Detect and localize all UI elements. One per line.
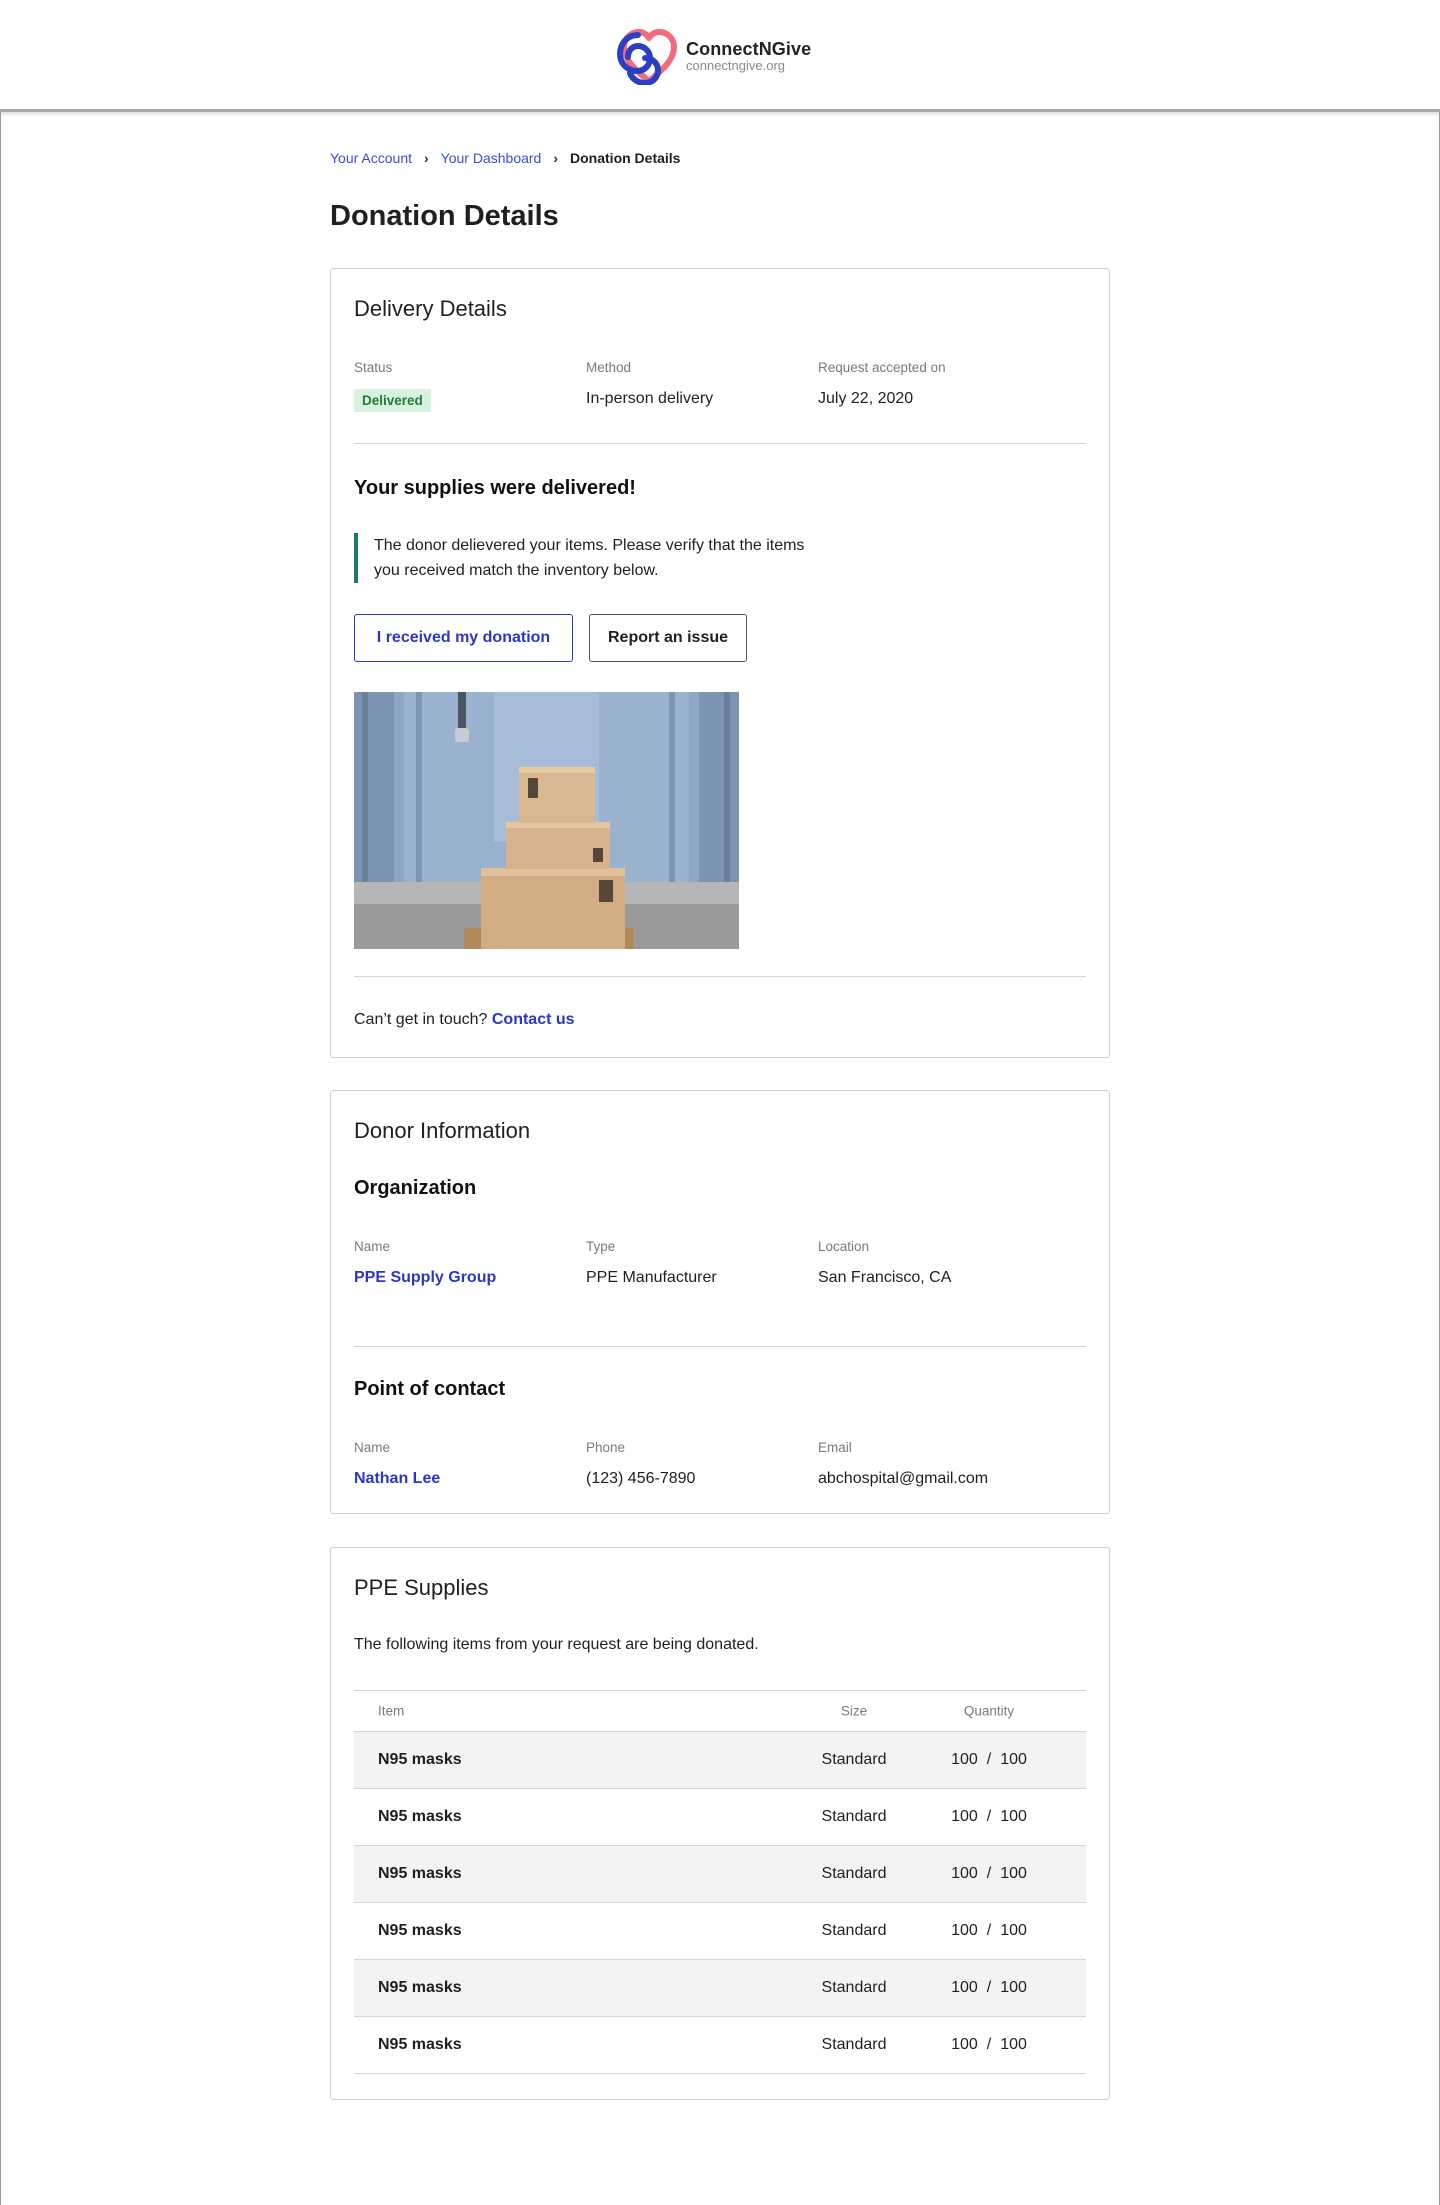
quantity-received: 100	[951, 1808, 978, 1825]
item-quantity: 100/100	[951, 2036, 1027, 2053]
status-label: Status	[354, 360, 393, 375]
breadcrumb-chevron-icon: ›	[553, 150, 559, 166]
quantity-requested: 100	[1000, 1865, 1027, 1882]
quantity-requested: 100	[1000, 1808, 1027, 1825]
quantity-received: 100	[951, 2036, 978, 2053]
table-row: N95 masks Standard 100/100	[354, 1960, 1086, 2017]
brand-logo[interactable]: ConnectNGive connectngive.org	[616, 26, 811, 86]
method-label: Method	[586, 360, 632, 375]
org-name-link[interactable]: PPE Supply Group	[354, 1269, 496, 1287]
contact-name-link[interactable]: Nathan Lee	[354, 1470, 440, 1488]
notice-line-2: you received match the inventory below.	[374, 562, 659, 579]
supplies-table: Item Size Quantity N95 masks Standard 10…	[354, 1690, 1086, 2074]
breadcrumb-your-dashboard[interactable]: Your Dashboard	[441, 150, 542, 166]
connectngive-logo-icon	[616, 29, 677, 85]
divider	[354, 1346, 1086, 1347]
org-location-value: San Francisco, CA	[818, 1269, 952, 1286]
contact-name-label: Name	[354, 1440, 391, 1455]
site-header: ConnectNGive connectngive.org	[0, 0, 1440, 112]
org-name-label: Name	[354, 1239, 391, 1254]
received-donation-button[interactable]: I received my donation	[354, 614, 573, 662]
org-location-label: Location	[818, 1239, 870, 1254]
delivery-details-card: Delivery Details Status Delivered Method…	[330, 268, 1110, 1058]
quantity-received: 100	[951, 1979, 978, 1996]
item-size: Standard	[821, 2036, 887, 2053]
delivered-packages-photo	[354, 692, 739, 949]
item-size: Standard	[821, 1751, 887, 1768]
delivered-headline: Your supplies were delivered!	[354, 477, 636, 499]
divider	[354, 443, 1086, 444]
donor-information-title: Donor Information	[354, 1118, 531, 1143]
contact-phone-value: (123) 456-7890	[586, 1470, 696, 1487]
brand-name: ConnectNGive	[686, 39, 812, 59]
divider	[354, 976, 1086, 977]
item-name: N95 masks	[378, 1865, 462, 1882]
contact-line: Can’t get in touch? Contact us	[354, 1011, 575, 1029]
item-size: Standard	[821, 1979, 887, 1996]
column-header-item: Item	[378, 1703, 405, 1719]
item-name: N95 masks	[378, 1808, 462, 1825]
item-name: N95 masks	[378, 1979, 462, 1996]
accepted-on-label: Request accepted on	[818, 360, 946, 375]
delivery-details-title: Delivery Details	[354, 296, 507, 321]
item-name: N95 masks	[378, 2036, 462, 2053]
quantity-requested: 100	[1000, 2036, 1027, 2053]
page-frame-left	[0, 112, 1, 2205]
breadcrumb-chevron-icon: ›	[424, 150, 429, 166]
donor-information-card: Donor Information Organization Name PPE …	[330, 1090, 1110, 1514]
item-quantity: 100/100	[951, 1922, 1027, 1939]
quantity-received: 100	[951, 1865, 978, 1882]
item-name: N95 masks	[378, 1922, 462, 1939]
contact-us-link[interactable]: Contact us	[492, 1011, 575, 1028]
item-name: N95 masks	[378, 1751, 462, 1768]
column-header-size: Size	[840, 1703, 868, 1719]
column-header-quantity: Quantity	[963, 1703, 1015, 1719]
brand-url: connectngive.org	[686, 58, 786, 73]
breadcrumb-your-account[interactable]: Your Account	[330, 150, 412, 166]
table-row: N95 masks Standard 100/100	[354, 2017, 1086, 2074]
item-quantity: 100/100	[951, 1865, 1027, 1882]
contact-phone-label: Phone	[586, 1440, 626, 1455]
contact-email-value: abchospital@gmail.com	[818, 1470, 989, 1487]
supplies-intro: The following items from your request ar…	[354, 1636, 759, 1653]
contact-email-label: Email	[818, 1440, 852, 1455]
org-type-value: PPE Manufacturer	[586, 1269, 717, 1286]
breadcrumb: Your Account › Your Dashboard › Donation…	[330, 150, 680, 166]
report-issue-button[interactable]: Report an issue	[589, 614, 747, 662]
contact-prompt: Can’t get in touch?	[354, 1011, 488, 1028]
quantity-received: 100	[951, 1922, 978, 1939]
item-size: Standard	[821, 1922, 887, 1939]
item-quantity: 100/100	[951, 1751, 1027, 1768]
table-row: N95 masks Standard 100/100	[354, 1732, 1086, 1789]
table-row: N95 masks Standard 100/100	[354, 1903, 1086, 1960]
quantity-requested: 100	[1000, 1922, 1027, 1939]
point-of-contact-heading: Point of contact	[354, 1378, 506, 1400]
ppe-supplies-card: PPE Supplies The following items from yo…	[330, 1547, 1110, 2100]
table-row: N95 masks Standard 100/100	[354, 1846, 1086, 1903]
accepted-on-value: July 22, 2020	[818, 390, 914, 407]
breadcrumb-current: Donation Details	[570, 150, 681, 166]
organization-heading: Organization	[354, 1177, 477, 1199]
quantity-requested: 100	[1000, 1979, 1027, 1996]
org-type-label: Type	[586, 1239, 616, 1254]
item-size: Standard	[821, 1865, 887, 1882]
page-title: Donation Details	[330, 200, 559, 232]
table-header: Item Size Quantity	[354, 1690, 1086, 1732]
item-quantity: 100/100	[951, 1979, 1027, 1996]
delivery-notice: The donor delievered your items. Please …	[354, 533, 914, 583]
quantity-requested: 100	[1000, 1751, 1027, 1768]
status-badge: Delivered	[354, 389, 431, 412]
method-value: In-person delivery	[586, 390, 714, 407]
notice-line-1: The donor delievered your items. Please …	[374, 537, 805, 554]
ppe-supplies-title: PPE Supplies	[354, 1575, 489, 1600]
item-size: Standard	[821, 1808, 887, 1825]
item-quantity: 100/100	[951, 1808, 1027, 1825]
table-row: N95 masks Standard 100/100	[354, 1789, 1086, 1846]
quantity-received: 100	[951, 1751, 978, 1768]
